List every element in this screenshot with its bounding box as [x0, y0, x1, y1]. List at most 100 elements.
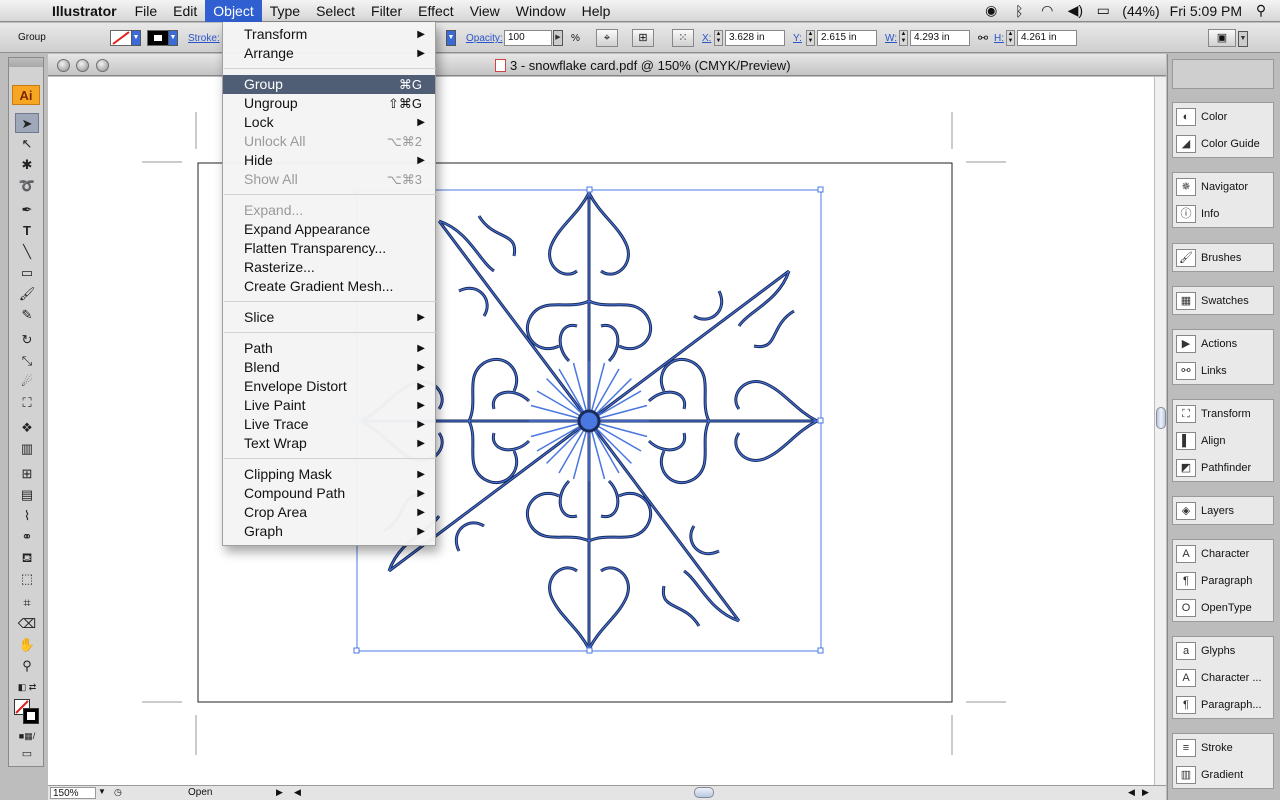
scroll-left-icon[interactable]: ◀	[294, 787, 301, 798]
x-stepper-icon[interactable]: ▲ ▼	[714, 30, 723, 46]
panel-character-styles[interactable]: A Character ...	[1173, 664, 1273, 691]
volume-icon[interactable]: ◀)	[1066, 2, 1084, 19]
select-similar-button[interactable]: ⌖	[596, 29, 618, 47]
menu-effect[interactable]: Effect	[410, 0, 462, 22]
vertical-scrollbar[interactable]	[1154, 77, 1166, 785]
panel-pathfinder[interactable]: ◩ Pathfinder	[1173, 454, 1273, 481]
menu-item-unlock-all[interactable]: Unlock All ⌥⌘2	[223, 132, 435, 151]
panel-opentype[interactable]: O OpenType	[1173, 594, 1273, 621]
symbol-sprayer-tool-icon[interactable]: ❖	[15, 418, 39, 438]
panel-gradient[interactable]: ▥ Gradient	[1173, 761, 1273, 788]
menu-help[interactable]: Help	[574, 0, 619, 22]
live-paint-bucket-tool-icon[interactable]: ⛾	[15, 548, 39, 568]
panel-paragraph-styles[interactable]: ¶ Paragraph...	[1173, 691, 1273, 718]
panel-color-guide[interactable]: ◢ Color Guide	[1173, 130, 1273, 157]
menu-item-graph[interactable]: Graph ▶	[223, 522, 435, 541]
fill-dropdown-icon[interactable]: ▼	[131, 30, 141, 46]
menu-item-crop-area[interactable]: Crop Area ▶	[223, 503, 435, 522]
tools-panel-header[interactable]	[9, 58, 43, 67]
stroke-dropdown-icon[interactable]: ▼	[168, 30, 178, 46]
opacity-arrow-icon[interactable]: ▶	[553, 30, 563, 46]
screen-mode-icon[interactable]: ▭	[15, 744, 39, 764]
panel-info[interactable]: ⓘ Info	[1173, 200, 1273, 227]
eraser-tool-icon[interactable]: ⌫	[15, 614, 39, 634]
menu-item-hide[interactable]: Hide ▶	[223, 151, 435, 170]
eyedropper-tool-icon[interactable]: ⌇	[15, 506, 39, 526]
vertical-scroll-thumb[interactable]	[1156, 407, 1166, 429]
paintbrush-tool-icon[interactable]: 🖌	[15, 284, 39, 304]
menu-item-rasterize[interactable]: Rasterize...	[223, 258, 435, 277]
hand-tool-icon[interactable]: ✋	[15, 635, 39, 655]
panel-paragraph[interactable]: ¶ Paragraph	[1173, 567, 1273, 594]
menu-window[interactable]: Window	[508, 0, 574, 22]
menu-view[interactable]: View	[462, 0, 508, 22]
x-label[interactable]: X:	[702, 33, 711, 44]
menu-edit[interactable]: Edit	[165, 0, 205, 22]
panel-glyphs[interactable]: a Glyphs	[1173, 637, 1273, 664]
menu-select[interactable]: Select	[308, 0, 363, 22]
pencil-tool-icon[interactable]: ✎	[15, 305, 39, 325]
style-dropdown-icon[interactable]: ▼	[446, 30, 456, 46]
scroll-right-arrow-icon[interactable]: ▶	[1142, 787, 1149, 798]
horizontal-scroll-thumb[interactable]	[694, 787, 714, 798]
rotate-tool-icon[interactable]: ↻	[15, 330, 39, 350]
menu-type[interactable]: Type	[262, 0, 308, 22]
color-mode-icon[interactable]: ■▦/	[15, 726, 39, 746]
menu-item-envelope-distort[interactable]: Envelope Distort ▶	[223, 377, 435, 396]
panel-swatches[interactable]: ▦ Swatches	[1173, 287, 1273, 314]
mesh-tool-icon[interactable]: ⊞	[15, 464, 39, 484]
lasso-tool-icon[interactable]: ➰	[15, 176, 39, 196]
panel-actions[interactable]: ▶ Actions	[1173, 330, 1273, 357]
h-label[interactable]: H:	[994, 33, 1004, 44]
scroll-left-arrow-icon[interactable]: ◀	[1128, 787, 1135, 798]
artboard-canvas[interactable]	[48, 77, 1154, 785]
stroke-color-icon[interactable]	[23, 708, 39, 724]
bluetooth-icon[interactable]: ᛒ	[1010, 3, 1028, 19]
menu-item-compound-path[interactable]: Compound Path ▶	[223, 484, 435, 503]
stroke-label[interactable]: Stroke:	[188, 33, 220, 44]
default-fill-stroke-icon[interactable]: ◧ ⇄	[15, 677, 39, 697]
zoom-dropdown-icon[interactable]: ▼	[98, 787, 106, 796]
live-paint-selection-tool-icon[interactable]: ⬚	[15, 569, 39, 589]
panel-brushes[interactable]: 🖌 Brushes	[1173, 244, 1273, 271]
gradient-tool-icon[interactable]: ▤	[15, 485, 39, 505]
h-stepper-icon[interactable]: ▲ ▼	[1006, 30, 1015, 46]
opacity-label[interactable]: Opacity:	[466, 33, 503, 44]
align-options-button[interactable]: ⊞	[632, 29, 654, 47]
close-window-icon[interactable]	[57, 59, 70, 72]
w-label[interactable]: W:	[885, 33, 897, 44]
menu-item-ungroup[interactable]: Ungroup ⇧⌘G	[223, 94, 435, 113]
zoom-window-icon[interactable]	[96, 59, 109, 72]
w-stepper-icon[interactable]: ▲ ▼	[899, 30, 908, 46]
zoom-tool-icon[interactable]: ⚲	[15, 656, 39, 676]
rectangle-tool-icon[interactable]: ▭	[15, 263, 39, 283]
y-field[interactable]: 2.615 in	[817, 30, 877, 46]
pen-tool-icon[interactable]: ✒	[15, 200, 39, 220]
panel-navigator[interactable]: ✵ Navigator	[1173, 173, 1273, 200]
menu-item-expand-appearance[interactable]: Expand Appearance	[223, 220, 435, 239]
clock[interactable]: Fri 5:09 PM	[1170, 3, 1242, 19]
menu-item-blend[interactable]: Blend ▶	[223, 358, 435, 377]
menu-file[interactable]: File	[127, 0, 166, 22]
panel-align[interactable]: ▌ Align	[1173, 427, 1273, 454]
fill-swatch[interactable]	[110, 30, 132, 46]
menu-item-path[interactable]: Path ▶	[223, 339, 435, 358]
menu-item-arrange[interactable]: Arrange ▶	[223, 44, 435, 63]
minimize-window-icon[interactable]	[76, 59, 89, 72]
menu-item-show-all[interactable]: Show All ⌥⌘3	[223, 170, 435, 189]
spotlight-status-icon[interactable]: ◉	[982, 2, 1000, 19]
menu-object[interactable]: Object	[205, 0, 262, 22]
menu-item-lock[interactable]: Lock ▶	[223, 113, 435, 132]
w-field[interactable]: 4.293 in	[910, 30, 970, 46]
blend-tool-icon[interactable]: ⚭	[15, 527, 39, 547]
stroke-swatch[interactable]	[147, 30, 169, 46]
wifi-icon[interactable]: ◠	[1038, 2, 1056, 19]
line-tool-icon[interactable]: ╲	[15, 242, 39, 262]
crop-area-tool-icon[interactable]: ⌗	[15, 593, 39, 613]
workspace-switcher-icon[interactable]: ▣	[1208, 29, 1236, 47]
scale-tool-icon[interactable]: ⤡	[15, 351, 39, 371]
workspace-dropdown-icon[interactable]: ▼	[1238, 31, 1248, 47]
panel-transform[interactable]: ⛶ Transform	[1173, 400, 1273, 427]
menu-item-create-gradient-mesh[interactable]: Create Gradient Mesh...	[223, 277, 435, 296]
panel-stroke[interactable]: ≡ Stroke	[1173, 734, 1273, 761]
